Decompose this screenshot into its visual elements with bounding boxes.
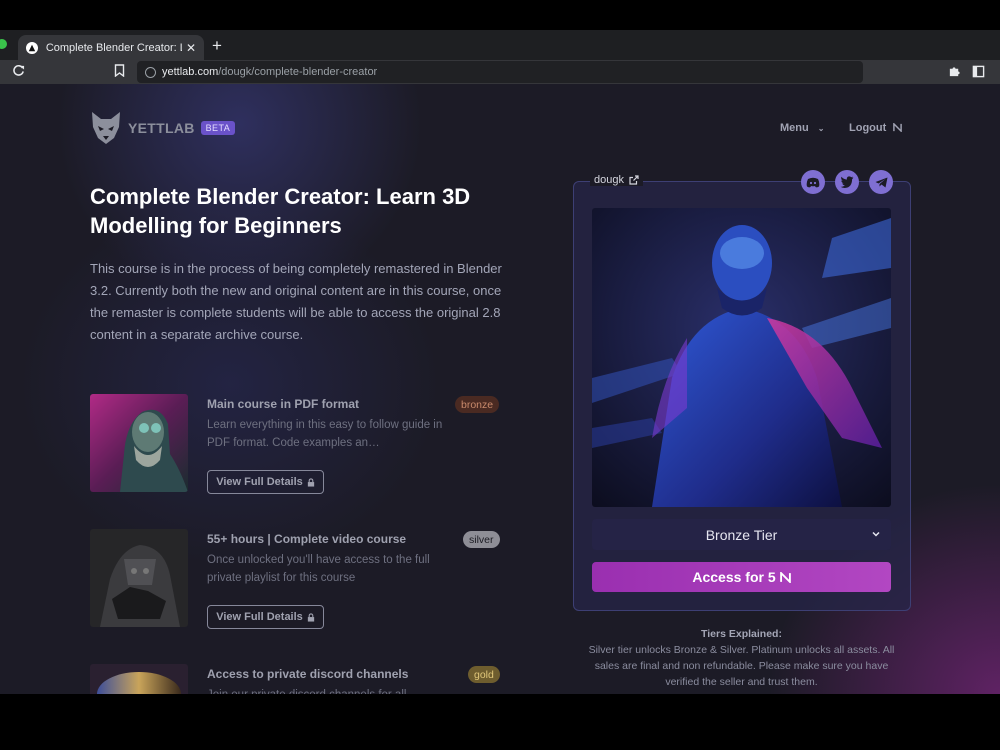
fox-logo-icon [92,112,120,144]
discord-icon[interactable] [801,170,825,194]
content-item: Access to private discord channels Join … [90,664,502,694]
item-thumbnail [90,394,188,492]
course-description: This course is in the process of being c… [90,261,502,342]
tier-select-value: Bronze Tier [705,526,778,543]
course-title: Complete Blender Creator: Learn 3D Model… [90,184,471,238]
item-title: Main course in PDF format [207,397,360,411]
page-content: YETTLAB BETA Menu ⌄ Logout Complete Blen… [0,84,1000,694]
brand-name: YETTLAB [128,120,195,136]
menu-label: Menu [780,122,809,134]
tier-badge-gold: gold [468,666,500,683]
url-text: yettlab.com/dougk/complete-blender-creat… [162,66,378,78]
lock-icon [307,477,314,487]
external-link-icon [629,175,639,185]
beta-badge: BETA [200,121,236,135]
tier-badge-silver: silver [463,531,500,548]
address-bar[interactable]: yettlab.com/dougk/complete-blender-creat… [137,61,863,83]
close-tab-icon[interactable]: ✕ [186,41,196,55]
menu-button[interactable]: Menu ⌄ [780,122,825,134]
site-info-icon[interactable] [145,66,156,78]
tier-select[interactable]: Bronze Tier [592,519,891,550]
view-full-details-button[interactable]: View Full Details [207,605,324,629]
extensions-icon[interactable] [948,65,961,83]
item-description: Join our private discord channels for al… [207,686,447,694]
item-description: Learn everything in this easy to follow … [207,419,443,449]
tiers-explained-text: Silver tier unlocks Bronze & Silver. Pla… [588,644,895,688]
tab-title: Complete Blender Creator: Lear [45,41,182,54]
product-image [592,208,891,507]
new-tab-icon[interactable]: + [212,36,222,56]
seller-link[interactable]: dougk [590,174,643,186]
content-item: 55+ hours | Complete video course Once u… [90,529,502,633]
access-label: Access for 5 [692,569,776,585]
telegram-icon[interactable] [869,170,893,194]
view-full-details-button[interactable]: View Full Details [207,470,324,494]
chevron-down-icon: ⌄ [817,124,825,133]
brand-logo[interactable]: YETTLAB BETA [90,110,236,146]
near-token-icon [893,122,903,133]
chevron-down-icon [872,531,880,537]
near-token-icon [779,571,791,583]
seller-name: dougk [594,174,624,186]
site-favicon-icon [26,41,38,54]
item-thumbnail [90,529,188,627]
item-title: 55+ hours | Complete video course [207,532,407,546]
browser-tab[interactable]: Complete Blender Creator: Lear ✕ [18,35,204,60]
logout-label: Logout [849,122,887,134]
item-description: Once unlocked you'll have access to the … [207,554,430,584]
content-item: Main course in PDF format Learn everythi… [90,394,502,498]
title-bar [0,0,1000,30]
bottom-bezel [0,694,1000,750]
bookmark-icon[interactable] [114,64,125,82]
tier-badge-bronze: bronze [455,396,500,413]
reload-icon[interactable] [12,64,25,80]
item-title: Access to private discord channels [207,667,409,681]
item-thumbnail [90,664,188,694]
access-button[interactable]: Access for 5 [592,562,891,592]
tiers-explained-heading: Tiers Explained: [701,628,782,640]
logout-button[interactable]: Logout [849,122,903,134]
twitter-icon[interactable] [835,170,859,194]
lock-icon [307,612,314,622]
side-panel-icon[interactable] [972,65,985,83]
